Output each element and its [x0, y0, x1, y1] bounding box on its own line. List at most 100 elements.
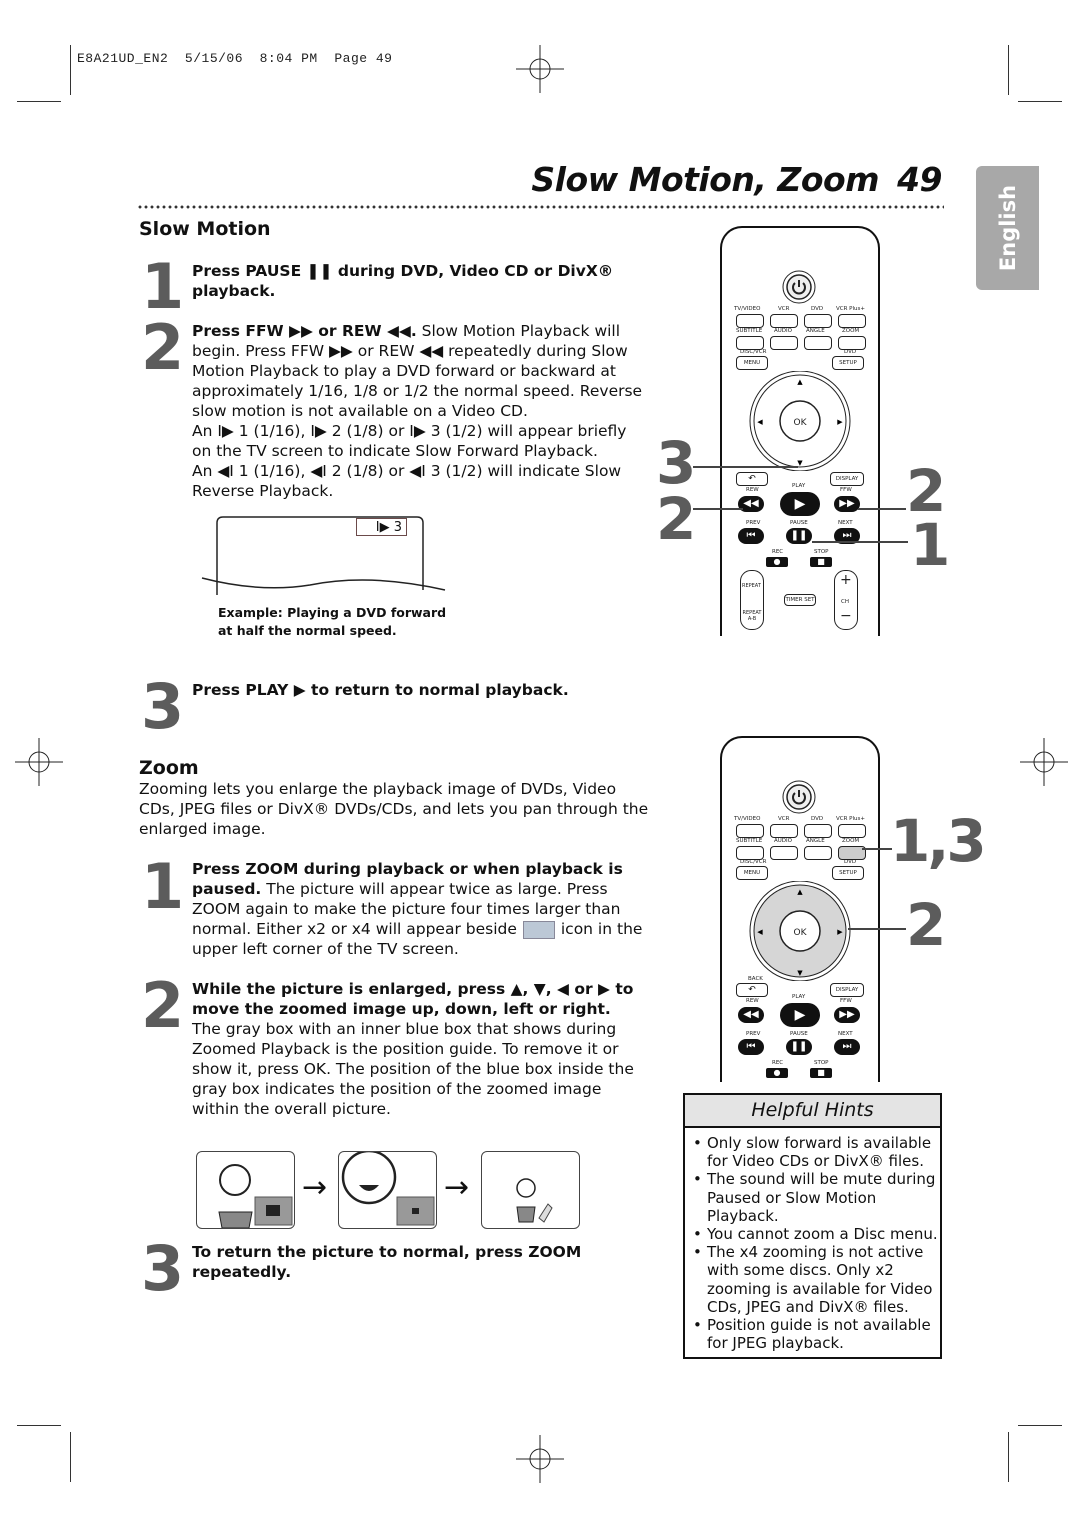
rec-button[interactable]: ● [766, 557, 788, 567]
ffw-button[interactable]: ▶▶ [834, 496, 860, 512]
label-zoom: ZOOM [842, 838, 860, 844]
pause-button[interactable]: ❚❚ [786, 528, 812, 544]
example-caption: Example: Playing a DVD forward at half t… [218, 604, 446, 640]
label-repeat: REPEAT [742, 583, 761, 589]
label-next: NEXT [838, 520, 853, 526]
step-number: 3 [141, 670, 185, 743]
angle-button[interactable] [804, 336, 832, 350]
callout-line [693, 466, 798, 468]
menu-button[interactable]: MENU [736, 866, 768, 880]
tv-video-button[interactable] [736, 824, 764, 838]
svg-text:▶: ▶ [837, 928, 843, 936]
subtitle-button[interactable] [736, 846, 764, 860]
rec-button[interactable]: ● [766, 1068, 788, 1078]
label-dvd: DVD [844, 349, 857, 355]
registration-mark-bottom [516, 1435, 564, 1483]
svg-text:OK: OK [794, 418, 808, 428]
label-play: PLAY [792, 483, 806, 489]
stop-button[interactable]: ■ [810, 557, 832, 567]
menu-button[interactable]: MENU [736, 356, 768, 370]
page-title-text: Slow Motion, Zoom [531, 160, 880, 199]
play-button[interactable]: ▶ [780, 1003, 820, 1027]
power-icon[interactable] [782, 270, 816, 304]
dvd-button[interactable] [804, 824, 832, 838]
slow-forward-indicator: I▶ 3 [356, 518, 407, 536]
zoom-illustration-normal-return [481, 1151, 580, 1229]
zoom-intro: Zooming lets you enlarge the playback im… [139, 780, 649, 838]
rew-button[interactable]: ◀◀ [738, 1007, 764, 1023]
pause-button[interactable]: ❚❚ [786, 1039, 812, 1055]
label-rec: REC [772, 549, 784, 555]
setup-button[interactable]: SETUP [832, 866, 864, 880]
minus-icon: − [840, 608, 852, 624]
back-button[interactable]: ↶ [736, 472, 768, 486]
ffw-button[interactable]: ▶▶ [834, 1007, 860, 1023]
tv-video-button[interactable] [736, 314, 764, 328]
label-ch: CH [841, 599, 849, 605]
crop-mark [17, 1425, 61, 1426]
svg-text:▶: ▶ [837, 418, 843, 426]
label-ffw: FFW [840, 487, 852, 493]
dvd-button[interactable] [804, 314, 832, 328]
timer-set-button[interactable]: TIMER SET [784, 594, 816, 606]
print-stamp: E8A21UD_EN2 5/15/06 8:04 PM Page 49 [77, 51, 393, 66]
vcr-button[interactable] [770, 314, 798, 328]
zoom-button[interactable] [838, 336, 866, 350]
callout-line [693, 508, 743, 510]
arrow-icon: → [444, 1170, 470, 1205]
audio-button[interactable] [770, 336, 798, 350]
callout-line [858, 508, 906, 510]
vcr-plus-button[interactable] [838, 824, 866, 838]
label-vcr-plus: VCR Plus+ [836, 816, 865, 822]
display-button[interactable]: DISPLAY [830, 472, 864, 486]
vcr-plus-button[interactable] [838, 314, 866, 328]
callout-number: 2 [656, 485, 697, 553]
display-button[interactable]: DISPLAY [830, 983, 864, 997]
audio-button[interactable] [770, 846, 798, 860]
crop-mark [1018, 101, 1062, 102]
next-button[interactable]: ⏭ [834, 1039, 860, 1055]
label-prev: PREV [746, 520, 761, 526]
label-stop: STOP [814, 549, 829, 555]
label-disc-vcr: DISC/VCR [740, 349, 767, 355]
navigation-pad-highlighted[interactable]: OK ▲ ▼ ◀ ▶ [744, 881, 856, 981]
svg-text:OK: OK [794, 928, 808, 938]
label-pause: PAUSE [790, 1031, 808, 1037]
hint-item: The sound will be mute during Paused or … [693, 1170, 940, 1225]
svg-text:◀: ◀ [757, 418, 763, 426]
zoom-heading: Zoom [139, 757, 199, 779]
navigation-pad[interactable]: OK ▲ ▼ ◀ ▶ [744, 371, 856, 471]
label-play: PLAY [792, 994, 806, 1000]
label-angle: ANGLE [806, 328, 825, 334]
callout-number: 3 [656, 429, 697, 497]
vcr-button[interactable] [770, 824, 798, 838]
arrow-icon: → [302, 1170, 328, 1205]
svg-text:▲: ▲ [797, 888, 803, 896]
label-vcr: VCR [778, 816, 790, 822]
play-button[interactable]: ▶ [780, 492, 820, 516]
language-tab: English [976, 166, 1039, 290]
page-title: Slow Motion, Zoom 49 [531, 160, 942, 199]
back-button[interactable]: ↶ [736, 983, 768, 997]
stop-button[interactable]: ■ [810, 1068, 832, 1078]
step-instruction: Press FFW ▶▶ or REW ◀◀. [192, 322, 417, 340]
crop-mark [17, 101, 61, 102]
prev-button[interactable]: ⏮ [738, 1039, 764, 1055]
label-next: NEXT [838, 1031, 853, 1037]
zoom-step-2: While the picture is enlarged, press ▲, … [192, 979, 647, 1119]
step-number: 3 [141, 1232, 185, 1305]
setup-button[interactable]: SETUP [832, 356, 864, 370]
step-detail: An I▶ 1 (1/16), I▶ 2 (1/8) or I▶ 3 (1/2)… [192, 422, 627, 460]
svg-text:▼: ▼ [797, 969, 803, 977]
power-icon[interactable] [782, 780, 816, 814]
helpful-hints-box: Helpful Hints Only slow forward is avail… [683, 1093, 942, 1359]
crop-mark [1018, 1425, 1062, 1426]
registration-mark-right [1020, 738, 1068, 786]
label-subtitle: SUBTITLE [736, 328, 763, 334]
label-prev: PREV [746, 1031, 761, 1037]
prev-button[interactable]: ⏮ [738, 528, 764, 544]
subtitle-button[interactable] [736, 336, 764, 350]
dotted-divider [137, 205, 944, 209]
zoom-step-1: Press ZOOM during playback or when playb… [192, 859, 647, 959]
angle-button[interactable] [804, 846, 832, 860]
